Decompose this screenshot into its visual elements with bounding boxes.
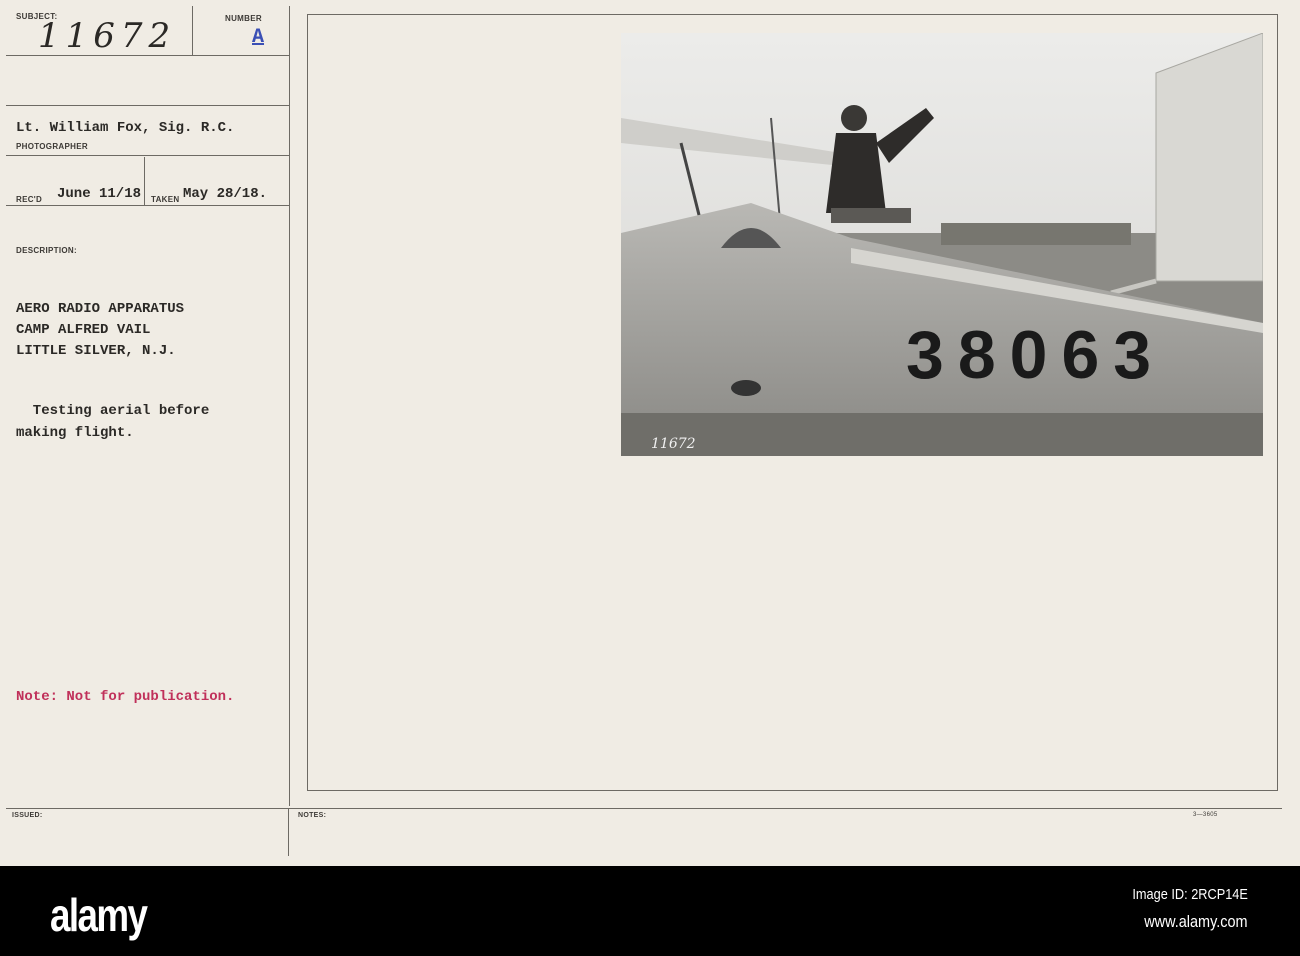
issued-label: ISSUED:	[12, 812, 43, 819]
photographer-label: PHOTOGRAPHER	[16, 142, 88, 151]
number-label: NUMBER	[225, 14, 262, 23]
caption-line: Testing aerial before	[16, 403, 210, 419]
publication-note: Note: Not for publication.	[16, 689, 235, 705]
image-id: Image ID: 2RCP14E	[1132, 886, 1248, 903]
number-value: A	[252, 26, 265, 49]
subject-value: 11672	[38, 16, 177, 56]
description-line: CAMP ALFRED VAIL	[16, 322, 151, 338]
form-number: 3—3605	[1193, 812, 1218, 818]
notes-label: NOTES:	[298, 812, 327, 819]
divider	[192, 6, 193, 55]
taken-value: May 28/18.	[183, 186, 268, 202]
divider	[289, 6, 290, 806]
divider	[288, 808, 289, 856]
description-label: DESCRIPTION:	[16, 246, 77, 255]
record-card: SUBJECT: 11672 NUMBER A Lt. William Fox,…	[0, 0, 1300, 866]
photographer-value: Lt. William Fox, Sig. R.C.	[16, 120, 235, 136]
caption-line: making flight.	[16, 425, 134, 441]
divider	[6, 155, 290, 156]
divider	[6, 105, 290, 106]
negative-number: 11672	[651, 436, 696, 452]
divider	[6, 55, 290, 56]
photograph: 38063 11672	[621, 33, 1263, 456]
plane-number: 38063	[906, 317, 1165, 393]
divider	[6, 205, 290, 206]
alamy-logo: alamy	[50, 889, 148, 941]
divider	[6, 808, 1282, 809]
taken-label: TAKEN	[151, 195, 180, 204]
recd-label: REC'D	[16, 195, 43, 204]
watermark-footer: alamy Image ID: 2RCP14E www.alamy.com	[0, 866, 1300, 956]
divider	[144, 157, 145, 205]
description-line: AERO RADIO APPARATUS	[16, 301, 185, 317]
recd-value: June 11/18	[57, 186, 142, 202]
site-url[interactable]: www.alamy.com	[1145, 912, 1248, 932]
biplane-photo: 38063 11672	[621, 33, 1263, 456]
description-line: LITTLE SILVER, N.J.	[16, 343, 176, 359]
